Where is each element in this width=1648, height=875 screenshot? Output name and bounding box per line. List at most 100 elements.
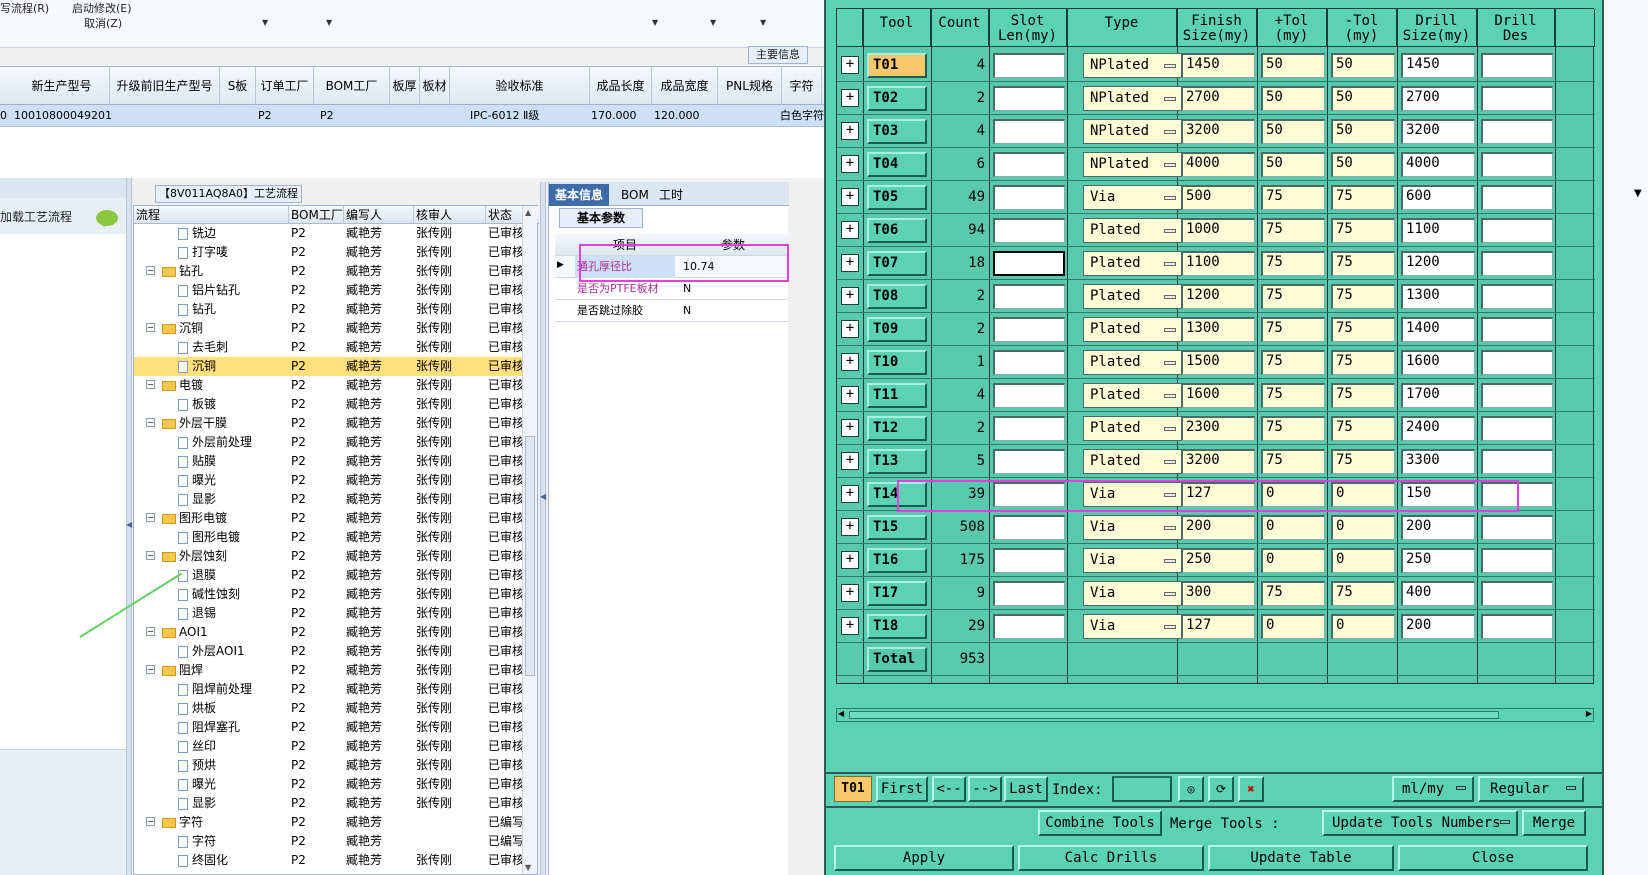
close-button[interactable]: Close: [1398, 845, 1588, 871]
dropdown-arrow-icon[interactable]: ▼: [262, 18, 268, 27]
tool-button[interactable]: T11: [867, 383, 927, 408]
tree-row[interactable]: − 图形电镀 P2 臧艳芳 张传刚 已审核: [134, 509, 524, 528]
minus-tol-input[interactable]: 0: [1331, 515, 1395, 540]
tool-button[interactable]: T04: [867, 152, 927, 177]
tree-header-status[interactable]: 状态: [486, 206, 524, 224]
collapse-icon[interactable]: −: [146, 817, 155, 826]
drill-tool-row[interactable]: + T14 39 Via 127 0 0 150: [837, 478, 1595, 511]
main-info-tab[interactable]: 主要信息: [748, 46, 808, 64]
plus-tol-input[interactable]: 75: [1261, 581, 1325, 606]
drill-size-input[interactable]: 3200: [1401, 119, 1475, 144]
tree-header-writer[interactable]: 编写人: [344, 206, 414, 224]
subtab-basic-params[interactable]: 基本参数: [559, 208, 643, 228]
minus-tol-input[interactable]: 50: [1331, 86, 1395, 111]
tool-button[interactable]: T02: [867, 86, 927, 111]
tree-row[interactable]: − AOI1 P2 臧艳芳 张传刚 已审核: [134, 623, 524, 642]
finish-size-input[interactable]: 1300: [1181, 317, 1255, 342]
drill-tool-row[interactable]: + T04 6 NPlated 4000 50 50 4000: [837, 148, 1595, 181]
drill-size-input[interactable]: 1300: [1401, 284, 1475, 309]
order-col-header[interactable]: 板厚: [390, 67, 420, 105]
drill-tool-row[interactable]: + T12 2 Plated 2300 75 75 2400: [837, 412, 1595, 445]
plus-tol-input[interactable]: 75: [1261, 350, 1325, 375]
tool-button[interactable]: T18: [867, 614, 927, 639]
drill-des-input[interactable]: [1481, 482, 1553, 507]
type-select[interactable]: Via: [1083, 515, 1183, 540]
tool-button[interactable]: T10: [867, 350, 927, 375]
tool-button[interactable]: T17: [867, 581, 927, 606]
collapse-icon[interactable]: −: [146, 380, 155, 389]
splitter-arrow-icon[interactable]: ◀: [126, 520, 132, 529]
order-col-header[interactable]: 字符: [782, 67, 822, 105]
drill-des-input[interactable]: [1481, 614, 1553, 639]
drill-size-input[interactable]: 1450: [1401, 53, 1475, 78]
drill-hscrollbar[interactable]: ◀ ▶: [836, 708, 1594, 722]
expand-plus-icon[interactable]: +: [841, 188, 859, 206]
slot-len-input[interactable]: [993, 383, 1065, 408]
drill-col-header[interactable]: Slot Len(my): [989, 9, 1067, 47]
tree-row[interactable]: − 外层蚀刻 P2 臧艳芳 张传刚 已审核: [134, 547, 524, 566]
tree-row[interactable]: 打字唛 P2 臧艳芳 张传刚 已审核: [134, 243, 524, 262]
minus-tol-input[interactable]: 50: [1331, 119, 1395, 144]
order-col-header[interactable]: PNL规格: [718, 67, 782, 105]
tree-row[interactable]: 显影 P2 臧艳芳 张传刚 已审核: [134, 794, 524, 813]
type-select[interactable]: Via: [1083, 581, 1183, 606]
tool-button[interactable]: T09: [867, 317, 927, 342]
plus-tol-input[interactable]: 0: [1261, 548, 1325, 573]
drill-col-header[interactable]: -Tol (my): [1327, 9, 1397, 47]
tree-row[interactable]: 烘板 P2 臧艳芳 张传刚 已审核: [134, 699, 524, 718]
finish-size-input[interactable]: 1200: [1181, 284, 1255, 309]
order-col-header[interactable]: 订单工厂: [256, 67, 314, 105]
slot-len-input[interactable]: [993, 350, 1065, 375]
scroll-down-icon[interactable]: ▼: [525, 863, 531, 872]
order-col-header[interactable]: S板: [220, 67, 256, 105]
order-col-header[interactable]: 板材: [420, 67, 450, 105]
collapse-icon[interactable]: −: [146, 551, 155, 560]
drill-size-input[interactable]: 150: [1401, 482, 1475, 507]
drill-tool-row[interactable]: + T07 18 Plated 1100 75 75 1200: [837, 247, 1595, 280]
menu-item-start-modify[interactable]: 启动修改(E): [72, 0, 132, 16]
type-select[interactable]: Plated: [1083, 350, 1183, 375]
plus-tol-input[interactable]: 75: [1261, 416, 1325, 441]
drill-des-input[interactable]: [1481, 416, 1553, 441]
expand-plus-icon[interactable]: +: [841, 287, 859, 305]
tool-button[interactable]: T05: [867, 185, 927, 210]
minus-tol-input[interactable]: 75: [1331, 317, 1395, 342]
drill-tool-row[interactable]: + T06 94 Plated 1000 75 75 1100: [837, 214, 1595, 247]
type-select[interactable]: NPlated: [1083, 53, 1183, 78]
scroll-right-icon[interactable]: ▶: [1586, 709, 1592, 718]
drill-size-input[interactable]: 1600: [1401, 350, 1475, 375]
type-select[interactable]: Via: [1083, 614, 1183, 639]
tree-row[interactable]: − 钻孔 P2 臧艳芳 张传刚 已审核: [134, 262, 524, 281]
drill-size-input[interactable]: 1400: [1401, 317, 1475, 342]
params-value[interactable]: N: [683, 278, 783, 300]
plus-tol-input[interactable]: 75: [1261, 284, 1325, 309]
params-row[interactable]: 是否为PTFE板材 N: [555, 278, 789, 300]
dropdown-arrow-icon[interactable]: ▼: [652, 18, 658, 27]
finish-size-input[interactable]: 1450: [1181, 53, 1255, 78]
plus-tol-input[interactable]: 75: [1261, 383, 1325, 408]
order-col-header[interactable]: 新生产型号: [14, 67, 110, 105]
drill-tool-row[interactable]: + T10 1 Plated 1500 75 75 1600: [837, 346, 1595, 379]
drill-des-input[interactable]: [1481, 284, 1553, 309]
type-select[interactable]: Via: [1083, 185, 1183, 210]
tool-button[interactable]: T14: [867, 482, 927, 507]
drill-size-input[interactable]: 250: [1401, 548, 1475, 573]
plus-tol-input[interactable]: 75: [1261, 251, 1325, 276]
drill-size-input[interactable]: 3300: [1401, 449, 1475, 474]
finish-size-input[interactable]: 250: [1181, 548, 1255, 573]
drill-col-header[interactable]: +Tol (my): [1257, 9, 1327, 47]
drill-tool-row[interactable]: + T09 2 Plated 1300 75 75 1400: [837, 313, 1595, 346]
order-col-header[interactable]: BOM工厂: [314, 67, 390, 105]
middle-splitter[interactable]: ◀: [540, 182, 546, 875]
units-select[interactable]: ml/my: [1392, 776, 1474, 802]
slot-len-input[interactable]: [993, 218, 1065, 243]
tree-row[interactable]: 阻焊前处理 P2 臧艳芳 张传刚 已审核: [134, 680, 524, 699]
order-col-header[interactable]: 成品宽度: [652, 67, 718, 105]
drill-des-input[interactable]: [1481, 218, 1553, 243]
tree-row[interactable]: 显影 P2 臧艳芳 张传刚 已审核: [134, 490, 524, 509]
minus-tol-input[interactable]: 75: [1331, 383, 1395, 408]
type-select[interactable]: Plated: [1083, 218, 1183, 243]
slot-len-input[interactable]: [993, 86, 1065, 111]
tool-button[interactable]: T13: [867, 449, 927, 474]
type-select[interactable]: NPlated: [1083, 119, 1183, 144]
